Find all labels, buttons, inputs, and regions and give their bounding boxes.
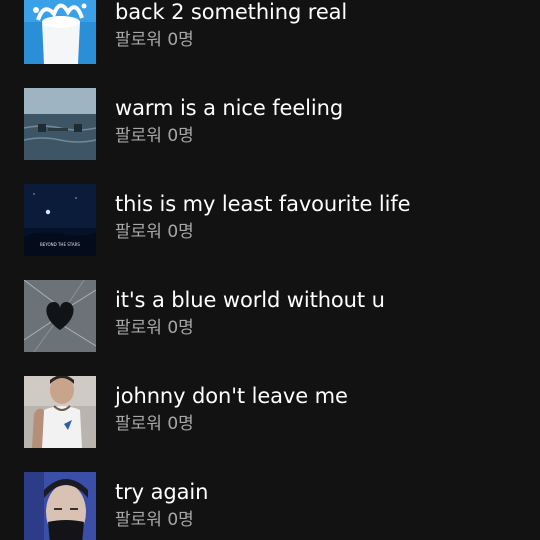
- playlist-title: it's a blue world without u: [115, 288, 385, 312]
- playlist-followers: 팔로워 0명: [115, 30, 194, 50]
- playlist-row-johnny-dont-leave-me[interactable]: johnny don't leave me 팔로워 0명: [0, 368, 540, 464]
- playlist-cover-image: [24, 0, 96, 64]
- milk-splash-cover: [24, 0, 96, 64]
- playlist-cover-image: [24, 376, 96, 448]
- playlist-title: back 2 something real: [115, 0, 348, 24]
- playlist-title: try again: [115, 480, 209, 504]
- playlist-cover-image: [24, 280, 96, 352]
- sea-table-cover: [24, 88, 96, 160]
- playlist-title: this is my least favourite life: [115, 192, 411, 216]
- playlist-list: back 2 something real 팔로워 0명 warm is a n…: [0, 0, 540, 540]
- playlist-row-warm-is-a-nice-feeling[interactable]: warm is a nice feeling 팔로워 0명: [0, 80, 540, 176]
- playlist-cover-image: [24, 472, 96, 540]
- cover-caption: BEYOND THE STARS: [40, 242, 80, 247]
- playlist-followers: 팔로워 0명: [115, 318, 194, 338]
- playlist-row-its-a-blue-world-without-u[interactable]: it's a blue world without u 팔로워 0명: [0, 272, 540, 368]
- playlist-cover-image: BEYOND THE STARS: [24, 184, 96, 256]
- playlist-row-this-is-my-least-favourite-life[interactable]: BEYOND THE STARS this is my least favour…: [0, 176, 540, 272]
- playlist-title: warm is a nice feeling: [115, 96, 344, 120]
- beyond-the-stars-cover: BEYOND THE STARS: [24, 184, 96, 256]
- playlist-title: johnny don't leave me: [115, 384, 348, 408]
- playlist-cover-image: [24, 88, 96, 160]
- playlist-followers: 팔로워 0명: [115, 414, 194, 434]
- masked-person-cover: [24, 472, 96, 540]
- broken-heart-glass-cover: [24, 280, 96, 352]
- playlist-followers: 팔로워 0명: [115, 222, 194, 242]
- playlist-followers: 팔로워 0명: [115, 510, 194, 530]
- person-tanktop-cover: [24, 376, 96, 448]
- playlist-row-try-again[interactable]: try again 팔로워 0명: [0, 464, 540, 540]
- playlist-followers: 팔로워 0명: [115, 126, 194, 146]
- playlist-row-back-2-something-real[interactable]: back 2 something real 팔로워 0명: [0, 0, 540, 80]
